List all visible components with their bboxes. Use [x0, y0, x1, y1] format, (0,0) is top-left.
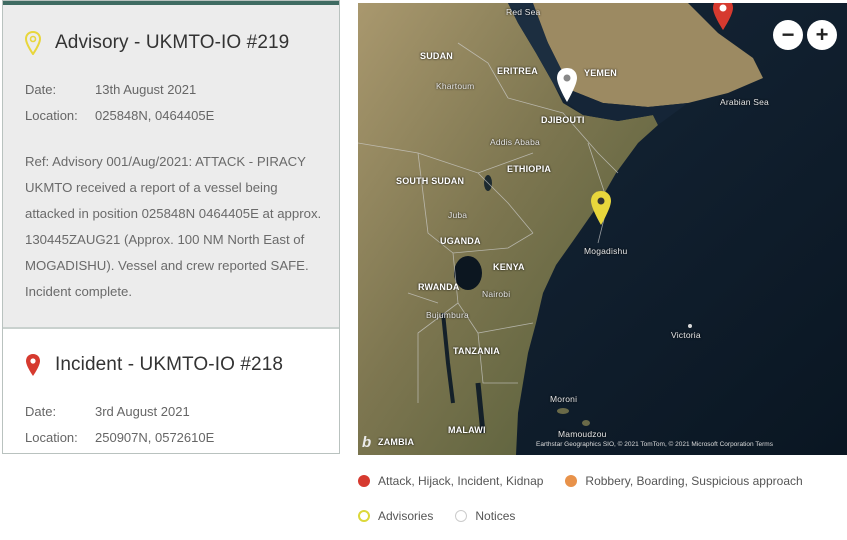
map-label-mogadishu: Mogadishu: [584, 246, 628, 256]
date-label: Date:: [25, 82, 57, 97]
map-label-malawi: MALAWI: [448, 425, 486, 435]
grey-ring-icon: [455, 510, 468, 522]
incident-description: Ref: Advisory 001/Aug/2021: ATTACK - PIR…: [25, 154, 322, 299]
red-dot-icon: [358, 475, 370, 487]
legend-label: Advisories: [378, 509, 434, 523]
card-title-row: Advisory - UKMTO-IO #219: [25, 5, 317, 55]
legend-row: Attack, Hijack, Incident, Kidnap Robbery…: [358, 470, 847, 492]
legend-row: Advisories Notices: [358, 505, 847, 527]
location-row: Location: 025848N, 0464405E: [25, 103, 317, 129]
map-label-addis-ababa: Addis Ababa: [490, 137, 540, 147]
card-title[interactable]: Advisory - UKMTO-IO #219: [55, 32, 289, 54]
date-row: Date: 3rd August 2021: [25, 399, 317, 425]
map-label-juba: Juba: [448, 210, 468, 220]
map-label-rwanda: RWANDA: [418, 282, 460, 292]
yellow-map-pin-icon: [25, 31, 41, 55]
map-label-south-sudan: SOUTH SUDAN: [396, 176, 465, 186]
map-legend: Attack, Hijack, Incident, Kidnap Robbery…: [358, 470, 847, 540]
legend-label: Robbery, Boarding, Suspicious approach: [585, 474, 803, 488]
notice-marker[interactable]: [555, 67, 579, 103]
map-label-khartoum: Khartoum: [436, 81, 475, 91]
bing-logo: b: [362, 434, 372, 451]
map-label-uganda: UGANDA: [440, 236, 481, 246]
date-value: 13th August 2021: [95, 82, 197, 97]
map-label-djibouti: DJIBOUTI: [541, 115, 585, 125]
location-label: Location:: [25, 430, 78, 445]
map-label-mamoudzou: Mamoudzou: [558, 429, 607, 439]
incident-card-218[interactable]: Incident - UKMTO-IO #218 Date: 3rd Augus…: [3, 329, 339, 451]
map-label-ethiopia: ETHIOPIA: [507, 164, 552, 174]
map-label-moroni: Moroni: [550, 394, 578, 404]
location-label: Location:: [25, 108, 78, 123]
legend-item-advisories: Advisories: [358, 509, 433, 523]
date-value: 3rd August 2021: [95, 404, 190, 419]
map-attribution[interactable]: Earthstar Geographics SIO, © 2021 TomTom…: [536, 441, 773, 448]
location-value: 025848N, 0464405E: [95, 108, 215, 123]
map-label-victoria: Victoria: [671, 330, 701, 340]
legend-label: Notices: [475, 509, 516, 523]
red-map-pin-icon: [26, 354, 40, 376]
card-title[interactable]: Incident - UKMTO-IO #218: [55, 354, 283, 376]
map-label-nairobi: Nairobi: [482, 289, 511, 299]
legend-item-robbery: Robbery, Boarding, Suspicious approach: [565, 474, 803, 488]
zoom-out-button[interactable]: −: [773, 20, 803, 50]
orange-dot-icon: [565, 475, 578, 487]
card-meta: Date: 13th August 2021 Location: 025848N…: [25, 77, 317, 129]
map-label-zambia: ZAMBIA: [378, 437, 415, 447]
date-row: Date: 13th August 2021: [25, 77, 317, 103]
incident-list-panel: Advisory - UKMTO-IO #219 Date: 13th Augu…: [2, 0, 340, 454]
map-label-kenya: KENYA: [493, 262, 525, 272]
attack-marker[interactable]: [711, 3, 735, 31]
location-row: Location: 250907N, 0572610E: [25, 425, 317, 451]
incident-map[interactable]: Red Sea SUDAN Khartoum ERITREA YEMEN DJI…: [358, 3, 847, 455]
map-label-tanzania: TANZANIA: [453, 346, 500, 356]
advisory-marker[interactable]: [589, 190, 613, 226]
legend-item-notices: Notices: [455, 509, 515, 523]
incident-card-advisory-219[interactable]: Advisory - UKMTO-IO #219 Date: 13th Augu…: [3, 5, 339, 329]
map-label-yemen: YEMEN: [584, 68, 618, 78]
card-meta: Date: 3rd August 2021 Location: 250907N,…: [25, 399, 317, 451]
legend-item-attack: Attack, Hijack, Incident, Kidnap: [358, 474, 543, 488]
zoom-in-button[interactable]: +: [807, 20, 837, 50]
map-label-red-sea: Red Sea: [506, 7, 541, 17]
location-value: 250907N, 0572610E: [95, 430, 215, 445]
legend-label: Attack, Hijack, Incident, Kidnap: [378, 474, 544, 488]
map-label-sudan: SUDAN: [420, 51, 454, 61]
date-label: Date:: [25, 404, 57, 419]
map-label-arabian-sea: Arabian Sea: [720, 97, 769, 107]
map-label-eritrea: ERITREA: [497, 66, 538, 76]
map-label-bujumbura: Bujumbura: [426, 310, 469, 320]
card-title-row: Incident - UKMTO-IO #218: [25, 329, 317, 377]
yellow-ring-icon: [358, 510, 370, 522]
